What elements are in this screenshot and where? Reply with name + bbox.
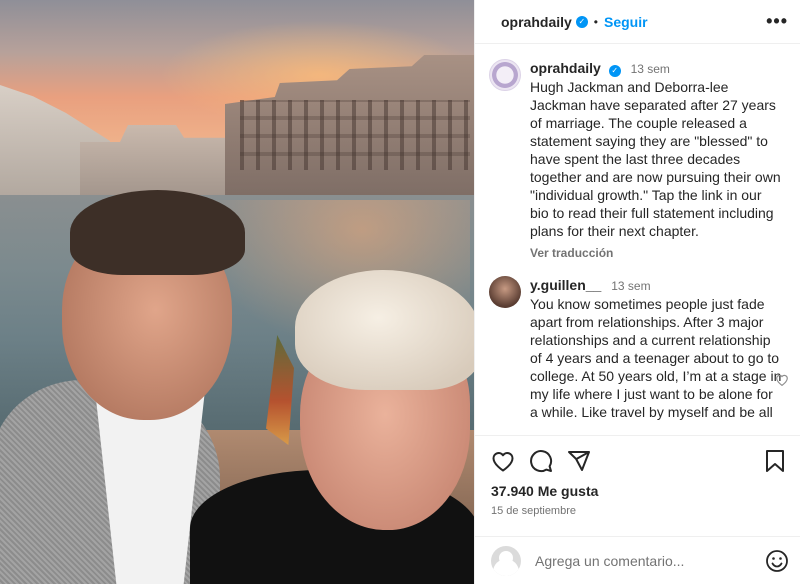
caption-body: oprahdaily ✓ 13 sem Hugh Jackman and Deb… bbox=[530, 59, 784, 262]
comment-time[interactable]: 13 sem bbox=[611, 279, 650, 293]
comment-avatar[interactable] bbox=[489, 276, 521, 308]
post-sidebar: oprahdaily ✓ • Seguir ••• oprahdaily ✓ 1… bbox=[474, 0, 800, 584]
comments-list[interactable]: oprahdaily ✓ 13 sem Hugh Jackman and Deb… bbox=[475, 45, 800, 435]
comment-like-heart-icon[interactable] bbox=[775, 373, 789, 389]
caption-time[interactable]: 13 sem bbox=[631, 62, 670, 76]
bookmark-icon[interactable] bbox=[765, 450, 785, 472]
actions-section: 37.940 Me gusta 15 de septiembre Agrega … bbox=[475, 435, 800, 584]
comment-item: y.guillen__ 13 sem You know sometimes pe… bbox=[475, 262, 800, 421]
post-date[interactable]: 15 de septiembre bbox=[475, 505, 800, 517]
caption-avatar[interactable] bbox=[489, 59, 521, 91]
post-photo[interactable] bbox=[0, 0, 474, 584]
likes-count[interactable]: 37.940 Me gusta bbox=[475, 483, 800, 499]
header-separator: • bbox=[593, 14, 598, 29]
share-icon[interactable] bbox=[567, 449, 591, 473]
comment-icon[interactable] bbox=[529, 449, 553, 473]
verified-badge-icon: ✓ bbox=[575, 15, 588, 28]
verified-badge-icon: ✓ bbox=[608, 65, 621, 77]
comment-text: You know sometimes people just fade apar… bbox=[530, 296, 782, 420]
post-header: oprahdaily ✓ • Seguir ••• bbox=[475, 0, 800, 44]
photo-woman-hair bbox=[295, 270, 474, 390]
add-comment-bar: Agrega un comentario... bbox=[475, 536, 800, 584]
translate-link[interactable]: Ver traducción bbox=[530, 244, 784, 262]
comment-username[interactable]: y.guillen__ bbox=[530, 277, 601, 293]
caption-username[interactable]: oprahdaily bbox=[530, 60, 601, 76]
photo-man-hair bbox=[70, 190, 245, 275]
current-user-avatar bbox=[491, 546, 521, 576]
action-bar bbox=[475, 436, 800, 486]
caption: oprahdaily ✓ 13 sem Hugh Jackman and Deb… bbox=[475, 45, 800, 262]
comment-input[interactable]: Agrega un comentario... bbox=[535, 553, 684, 569]
more-icon[interactable]: ••• bbox=[766, 11, 788, 32]
follow-button[interactable]: Seguir bbox=[604, 14, 648, 30]
emoji-icon[interactable] bbox=[765, 549, 789, 573]
caption-text: Hugh Jackman and Deborra-lee Jackman hav… bbox=[530, 79, 781, 239]
header-username[interactable]: oprahdaily bbox=[501, 14, 572, 30]
heart-icon[interactable] bbox=[491, 450, 515, 472]
comment-body: y.guillen__ 13 sem You know sometimes pe… bbox=[530, 276, 784, 421]
photo-windows bbox=[240, 100, 470, 170]
